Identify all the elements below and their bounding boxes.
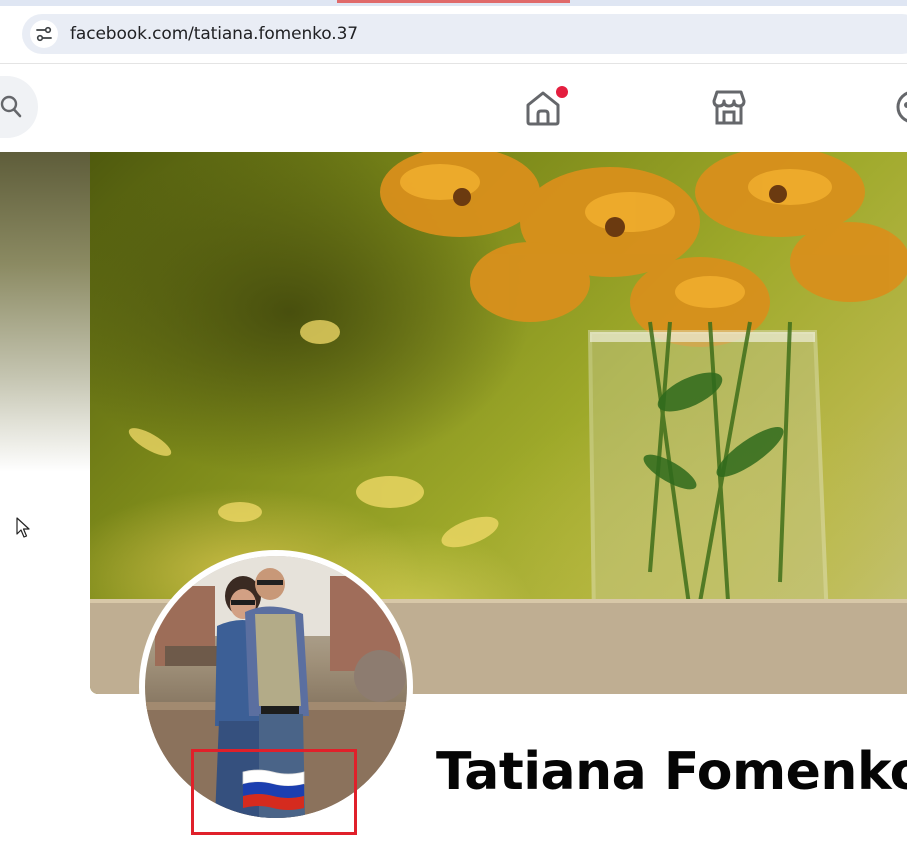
site-info-button[interactable] [30,20,58,48]
address-bar-row: facebook.com/tatiana.fomenko.37 [0,6,907,64]
home-notification-dot [556,86,568,98]
side-cover-blur [0,152,90,472]
search-button[interactable] [0,76,38,138]
search-icon [0,95,22,118]
marketplace-icon [712,90,746,125]
nav-groups-button[interactable] [892,86,907,128]
url-text[interactable]: facebook.com/tatiana.fomenko.37 [70,24,358,44]
groups-icon [896,91,907,123]
mouse-cursor-icon [16,517,30,538]
nav-marketplace-button[interactable] [708,86,750,128]
facebook-top-nav [0,64,907,152]
tune-icon [36,26,52,42]
profile-name: Tatiana Fomenko [436,742,907,802]
address-bar[interactable]: facebook.com/tatiana.fomenko.37 [22,14,907,54]
annotation-highlight-box [191,749,357,835]
